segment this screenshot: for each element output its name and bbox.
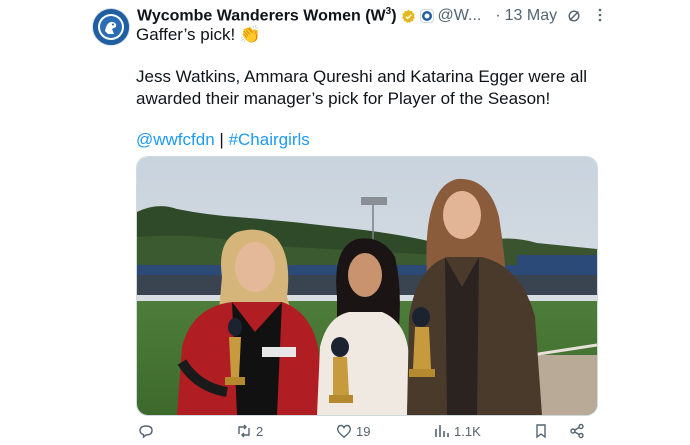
post-text-line-3: awarded their manager’s pick for Player … [136, 89, 551, 108]
mention-link[interactable]: @wwfcfdn [136, 130, 215, 149]
post-text-line-2: Jess Watkins, Ammara Qureshi and Katarin… [136, 67, 588, 86]
post-header: Wycombe Wanderers Women (W3) @W... · 13 … [137, 6, 607, 26]
verified-badge-icon [401, 9, 415, 23]
post-links: @wwfcfdn | #Chairgirls [136, 130, 310, 150]
club-affiliate-badge-icon [419, 9, 434, 23]
club-crest-icon [93, 9, 129, 45]
view-count: 1.1K [454, 423, 481, 439]
repost-button[interactable]: 2 [236, 423, 263, 439]
more-icon[interactable] [594, 8, 606, 22]
views-button[interactable]: 1.1K [434, 423, 481, 439]
views-icon [435, 425, 449, 437]
separator-dot: · [495, 7, 501, 24]
post-text-line-1: Gaffer’s pick! 👏 [136, 25, 262, 44]
post-date[interactable]: 13 May [505, 7, 557, 25]
link-separator: | [219, 130, 224, 149]
award-photo-image [137, 157, 597, 415]
repost-count: 2 [256, 423, 264, 439]
reply-button[interactable] [138, 423, 158, 439]
grok-icon[interactable] [567, 9, 581, 23]
share-button[interactable] [569, 423, 589, 439]
author-name[interactable]: Wycombe Wanderers Women (W3) [137, 6, 397, 25]
like-icon [337, 424, 351, 438]
author-handle[interactable]: @W... [438, 7, 482, 25]
bookmark-icon [536, 424, 546, 439]
share-icon [570, 423, 584, 439]
avatar[interactable] [92, 8, 130, 46]
bookmark-button[interactable] [533, 423, 553, 439]
action-bar: 2 19 1.1K [136, 423, 596, 443]
post-photo[interactable] [136, 156, 598, 416]
reply-icon [139, 425, 153, 439]
like-count: 19 [356, 423, 371, 439]
like-button[interactable]: 19 [336, 423, 370, 439]
hashtag-link[interactable]: #Chairgirls [229, 130, 310, 149]
repost-icon [238, 424, 250, 438]
